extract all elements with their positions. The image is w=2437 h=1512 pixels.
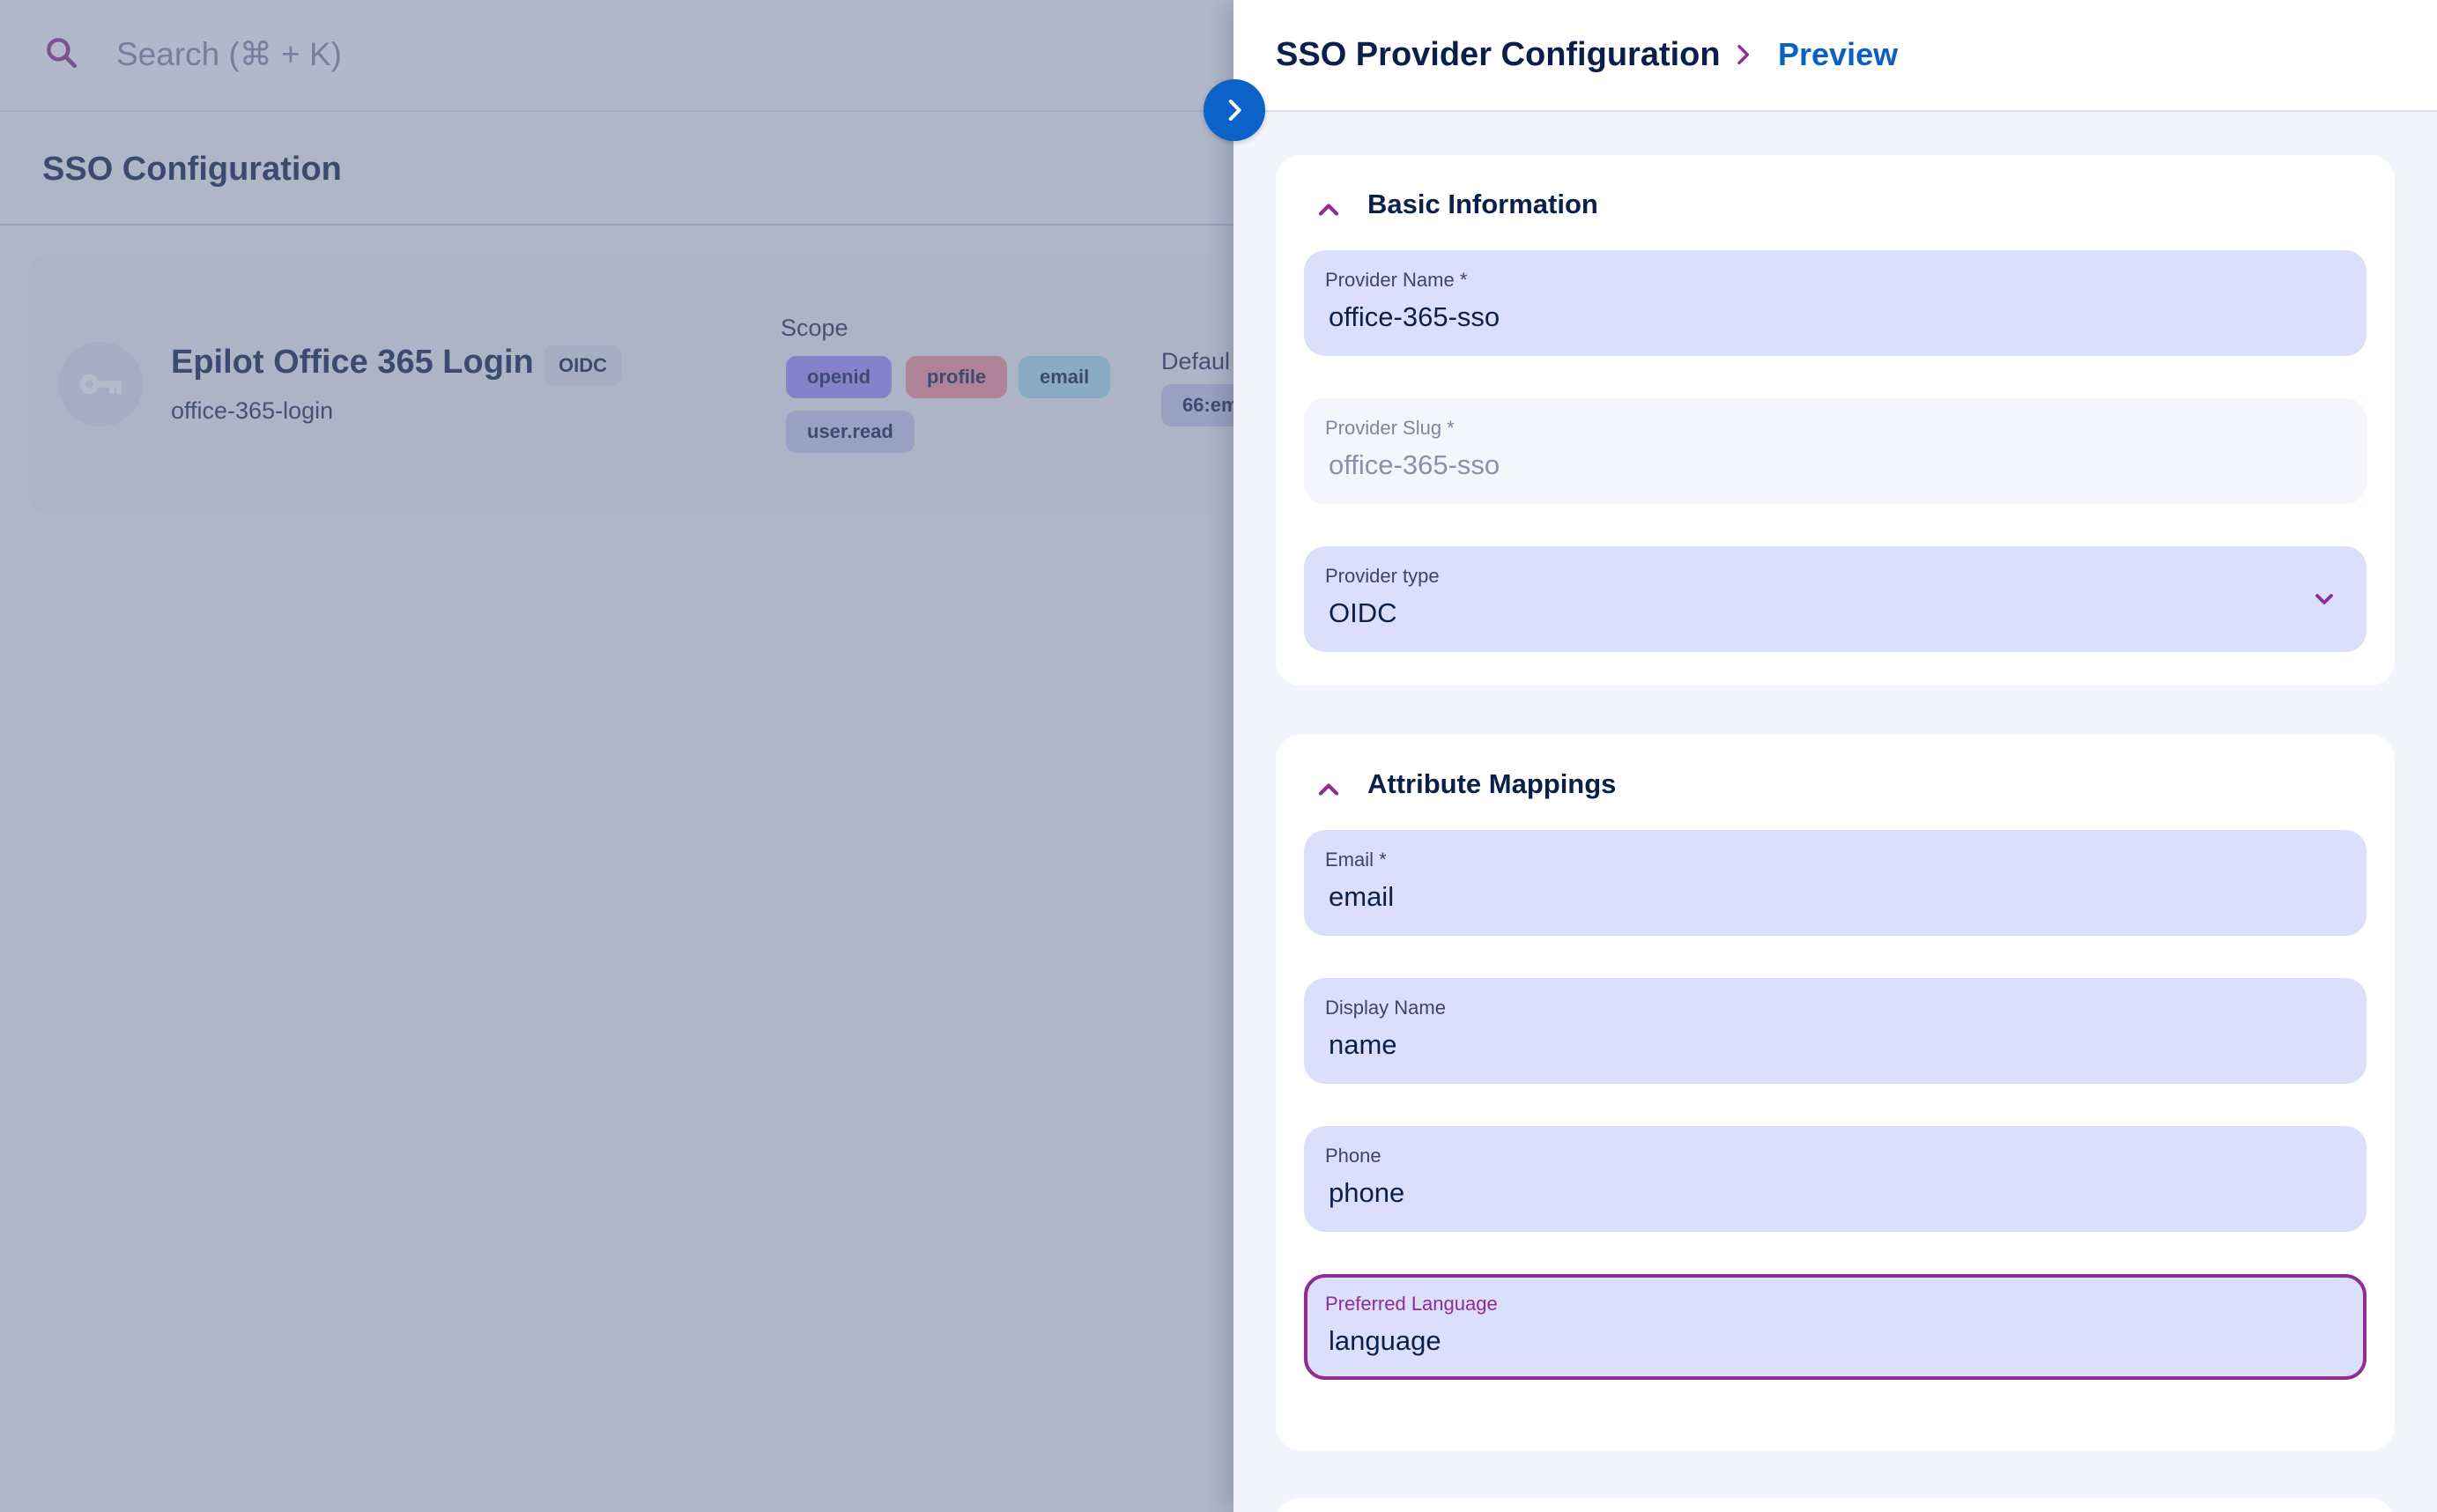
provider-slug-field: Provider Slug * office-365-sso [1304,398,2367,504]
section-title[interactable]: Basic Information [1367,187,1598,222]
provider-name-field[interactable]: Provider Name * office-365-sso [1304,250,2367,356]
section-attribute-mappings: Attribute Mappings Email * email Display… [1276,735,2395,1450]
field-label: Email * [1325,849,1387,871]
field-value[interactable]: OIDC [1329,596,1397,631]
provider-config-drawer: SSO Provider Configuration Preview Basic… [1233,0,2437,1512]
field-label: Provider Slug * [1325,417,1455,439]
provider-type-select[interactable]: Provider type OIDC [1304,546,2367,652]
collapse-drawer-button[interactable] [1204,79,1265,141]
chevron-right-icon [1228,100,1241,121]
field-label: Provider Name * [1325,269,1468,291]
section-basic-information: Basic Information Provider Name * office… [1276,155,2395,686]
drawer-title: SSO Provider Configuration [1276,36,1721,73]
field-label: Preferred Language [1325,1293,1498,1315]
field-value[interactable]: phone [1329,1175,1404,1211]
breadcrumb-preview[interactable]: Preview [1778,33,1898,76]
display-name-field[interactable]: Display Name name [1304,978,2367,1084]
email-field[interactable]: Email * email [1304,830,2367,936]
field-label: Phone [1325,1145,1381,1167]
field-value[interactable]: office-365-sso [1329,300,1500,335]
field-value[interactable]: name [1329,1027,1397,1063]
chevron-down-icon[interactable] [2310,585,2338,613]
phone-field[interactable]: Phone phone [1304,1126,2367,1232]
app-root: Search (⌘ + K) SSO Configuration Epilot … [0,0,2437,1512]
field-value[interactable]: email [1329,879,1394,915]
field-label: Provider type [1325,565,1440,587]
field-value: office-365-sso [1329,449,1500,480]
chevron-up-icon[interactable] [1313,774,1344,805]
drawer-header: SSO Provider Configuration Preview [1233,0,2437,112]
section-next-collapsed [1276,1498,2395,1512]
preferred-language-field[interactable]: Preferred Language language [1304,1274,2367,1380]
field-label: Display Name [1325,997,1446,1019]
field-value[interactable]: language [1329,1323,1441,1359]
modal-backdrop[interactable] [0,0,1233,1512]
chevron-right-icon [1737,44,1750,65]
section-title[interactable]: Attribute Mappings [1367,767,1616,802]
chevron-up-icon[interactable] [1313,194,1344,226]
